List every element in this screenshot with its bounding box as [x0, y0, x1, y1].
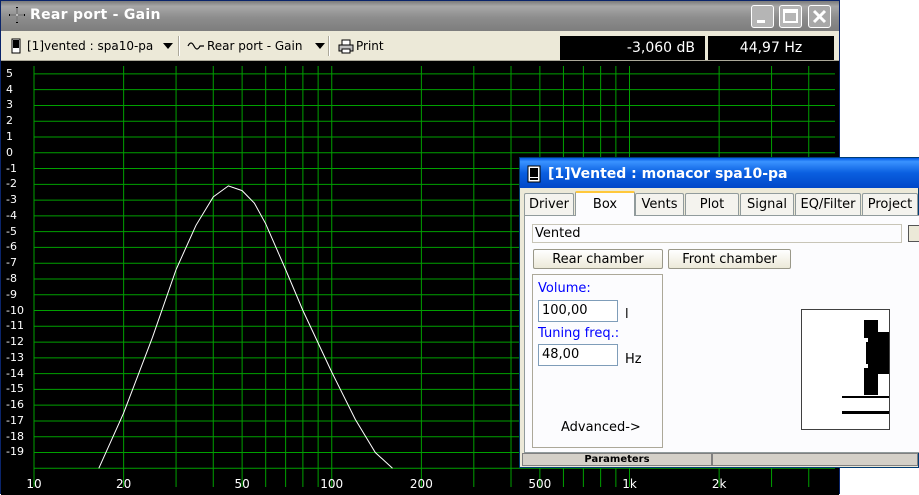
y-tick-label: 1 — [6, 129, 13, 143]
y-tick-label: -13 — [6, 350, 24, 364]
speaker-box-icon — [11, 38, 21, 54]
graph-dropdown[interactable]: Rear port - Gain — [187, 37, 326, 55]
advanced-link[interactable]: Advanced-> — [561, 420, 641, 435]
y-tick-label: -2 — [6, 177, 17, 191]
minimize-button[interactable] — [751, 5, 774, 28]
print-button[interactable]: Print — [338, 37, 384, 55]
x-tick-label: 2k — [711, 477, 727, 491]
y-tick-label: 4 — [6, 82, 13, 96]
main-title-bar[interactable]: Rear port - Gain — [1, 1, 839, 31]
front-chamber-button[interactable]: Front chamber — [668, 249, 791, 269]
y-tick-label: -17 — [6, 413, 24, 427]
tab-signal[interactable]: Signal — [740, 193, 794, 215]
minimize-icon — [757, 20, 765, 23]
y-tick-label: 5 — [6, 66, 13, 80]
y-tick-label: 3 — [6, 98, 13, 112]
tab-box[interactable]: Box — [575, 191, 635, 216]
main-window-title: Rear port - Gain — [30, 7, 161, 23]
y-tick-label: -6 — [6, 240, 17, 254]
y-tick-label: -9 — [6, 287, 17, 301]
box-tab-panel: Vented Rear chamber Front chamber Volume… — [524, 215, 919, 453]
printer-icon — [338, 39, 354, 53]
x-tick-label: 50 — [234, 477, 250, 491]
y-tick-label: -11 — [6, 319, 24, 333]
tuning-freq-label: Tuning freq.: — [538, 326, 620, 341]
y-tick-label: 2 — [6, 114, 13, 128]
enclosure-diagram — [842, 320, 889, 414]
status-parameters: Parameters — [522, 453, 712, 466]
crosshair-icon — [9, 7, 25, 23]
project-dropdown[interactable]: [1]vented : spa10-pa — [10, 37, 174, 55]
vented-box-dialog: [1]Vented : monacor spa10-pa Driver Box … — [519, 157, 919, 468]
y-tick-label: -18 — [6, 429, 24, 443]
tab-driver[interactable]: Driver — [524, 193, 574, 215]
x-tick-label: 500 — [528, 477, 552, 491]
y-tick-label: -19 — [6, 445, 24, 459]
volume-label: Volume: — [538, 281, 591, 296]
y-tick-label: -7 — [6, 256, 17, 270]
y-tick-label: -16 — [6, 398, 24, 412]
frequency-readout: 44,97 Hz — [708, 36, 834, 60]
dialog-title-bar[interactable]: [1]Vented : monacor spa10-pa — [520, 158, 919, 188]
tab-vents[interactable]: Vents — [635, 193, 684, 215]
print-label: Print — [356, 39, 384, 53]
chevron-down-icon — [315, 43, 326, 49]
y-tick-label: -12 — [6, 335, 24, 349]
tuning-freq-unit: Hz — [625, 352, 642, 367]
close-button[interactable] — [808, 5, 831, 28]
volume-input[interactable]: 100,00 — [538, 300, 618, 322]
y-tick-label: 0 — [6, 145, 13, 159]
toolbar-separator — [178, 36, 180, 56]
y-tick-label: -15 — [6, 382, 24, 396]
waveform-icon — [187, 42, 204, 50]
x-tick-label: 100 — [320, 477, 344, 491]
box-type-field[interactable]: Vented — [532, 224, 902, 243]
y-tick-label: -4 — [6, 208, 17, 222]
gain-readout: -3,060 dB — [560, 36, 705, 60]
dialog-title: [1]Vented : monacor spa10-pa — [548, 166, 788, 182]
tab-project[interactable]: Project — [862, 193, 918, 215]
rear-chamber-group: Volume: 100,00 l Tuning freq.: 48,00 Hz … — [532, 274, 663, 448]
box-preview-image — [801, 309, 890, 430]
close-icon — [812, 9, 827, 24]
maximize-icon — [783, 9, 798, 23]
y-tick-label: -14 — [6, 366, 24, 380]
project-dropdown-label: [1]vented : spa10-pa — [27, 39, 154, 53]
rear-chamber-button[interactable]: Rear chamber — [533, 249, 663, 269]
x-tick-label: 200 — [409, 477, 433, 491]
maximize-button[interactable] — [779, 5, 802, 28]
box-type-picker-button[interactable] — [908, 225, 919, 242]
volume-unit: l — [625, 307, 629, 322]
y-tick-label: -10 — [6, 303, 24, 317]
x-tick-label: 10 — [26, 477, 42, 491]
tab-plot[interactable]: Plot — [685, 193, 739, 215]
y-tick-label: -8 — [6, 271, 17, 285]
main-toolbar: [1]vented : spa10-pa Rear port - Gain Pr… — [1, 31, 839, 61]
status-empty-panel — [712, 453, 918, 466]
y-tick-label: -1 — [6, 161, 17, 175]
dialog-tabs: Driver Box Vents Plot Signal EQ/Filter P… — [522, 191, 919, 216]
dialog-status-bar: Parameters — [522, 453, 918, 466]
tuning-freq-input[interactable]: 48,00 — [538, 344, 618, 366]
toolbar-separator — [328, 36, 330, 56]
chevron-down-icon — [163, 43, 174, 49]
x-tick-label: 1k — [622, 477, 637, 491]
x-tick-label: 20 — [115, 477, 132, 491]
y-tick-label: -5 — [6, 224, 17, 238]
graph-dropdown-label: Rear port - Gain — [207, 39, 303, 53]
speaker-box-icon — [527, 165, 541, 183]
y-tick-label: -3 — [6, 193, 17, 207]
tab-eq-filter[interactable]: EQ/Filter — [795, 193, 861, 215]
gain-curve — [98, 185, 393, 469]
